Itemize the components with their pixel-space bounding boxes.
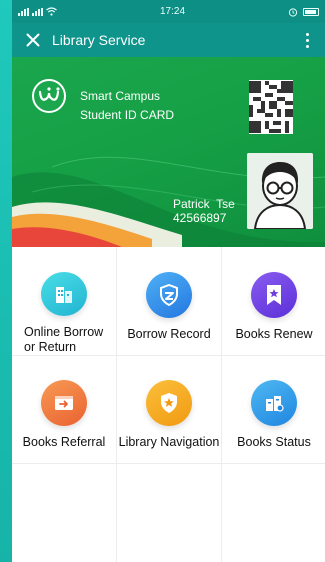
close-icon[interactable] (22, 29, 44, 51)
building-icon (41, 272, 87, 316)
menu-label-line: Online Borrow (24, 325, 104, 339)
menu-label: Library Navigation (118, 435, 220, 449)
service-menu-grid: Online Borrow or Return Borrow Record Bo… (12, 247, 325, 562)
student-photo-avatar (247, 153, 313, 229)
books-status-icon (251, 380, 297, 426)
shield-icon (146, 272, 192, 318)
menu-label: Borrow Record (127, 327, 211, 341)
status-indicators (18, 7, 57, 16)
card-title-line2: Student ID CARD (80, 108, 175, 122)
status-bar: 17:24 (12, 0, 325, 23)
menu-label-line: or Return (24, 340, 77, 354)
menu-library-navigation[interactable]: Library Navigation (117, 355, 221, 463)
menu-label: Online Borrow or Return (24, 325, 103, 355)
holder-id: 42566897 (173, 211, 227, 225)
menu-label: Books Status (237, 435, 311, 449)
alarm-icon (288, 7, 298, 17)
smart-campus-logo (32, 79, 66, 113)
status-time: 17:24 (159, 6, 186, 17)
app-bar: Library Service (12, 23, 325, 57)
menu-label: Books Referral (22, 435, 106, 449)
app-frame: 17:24 Library Service Smart Campus Stude… (12, 0, 325, 562)
menu-label: Books Renew (235, 327, 313, 341)
bookmark-icon (251, 272, 297, 318)
holder-name: Patrick Tse (173, 197, 235, 211)
menu-books-referral[interactable]: Books Referral (12, 355, 116, 463)
status-right-icons (288, 7, 319, 17)
more-options-icon[interactable] (299, 29, 315, 51)
page-title: Library Service (52, 32, 146, 48)
menu-borrow-record[interactable]: Borrow Record (117, 247, 221, 355)
grid-divider (12, 463, 325, 464)
signal-icon (18, 7, 29, 16)
referral-icon (41, 380, 87, 426)
card-title: Smart Campus Student ID CARD (80, 87, 174, 125)
menu-online-borrow-return[interactable]: Online Borrow or Return (12, 247, 116, 355)
signal-icon-2 (32, 7, 43, 16)
menu-books-renew[interactable]: Books Renew (222, 247, 325, 355)
card-holder-info: Patrick Tse 42566897 (173, 197, 235, 225)
qr-code[interactable] (249, 80, 293, 134)
navigation-shield-icon (146, 380, 192, 426)
menu-books-status[interactable]: Books Status (222, 355, 325, 463)
card-title-line1: Smart Campus (80, 89, 161, 103)
student-id-card[interactable]: Smart Campus Student ID CARD Patrick Tse… (12, 57, 325, 247)
battery-icon (303, 7, 319, 16)
wifi-icon (46, 7, 57, 16)
